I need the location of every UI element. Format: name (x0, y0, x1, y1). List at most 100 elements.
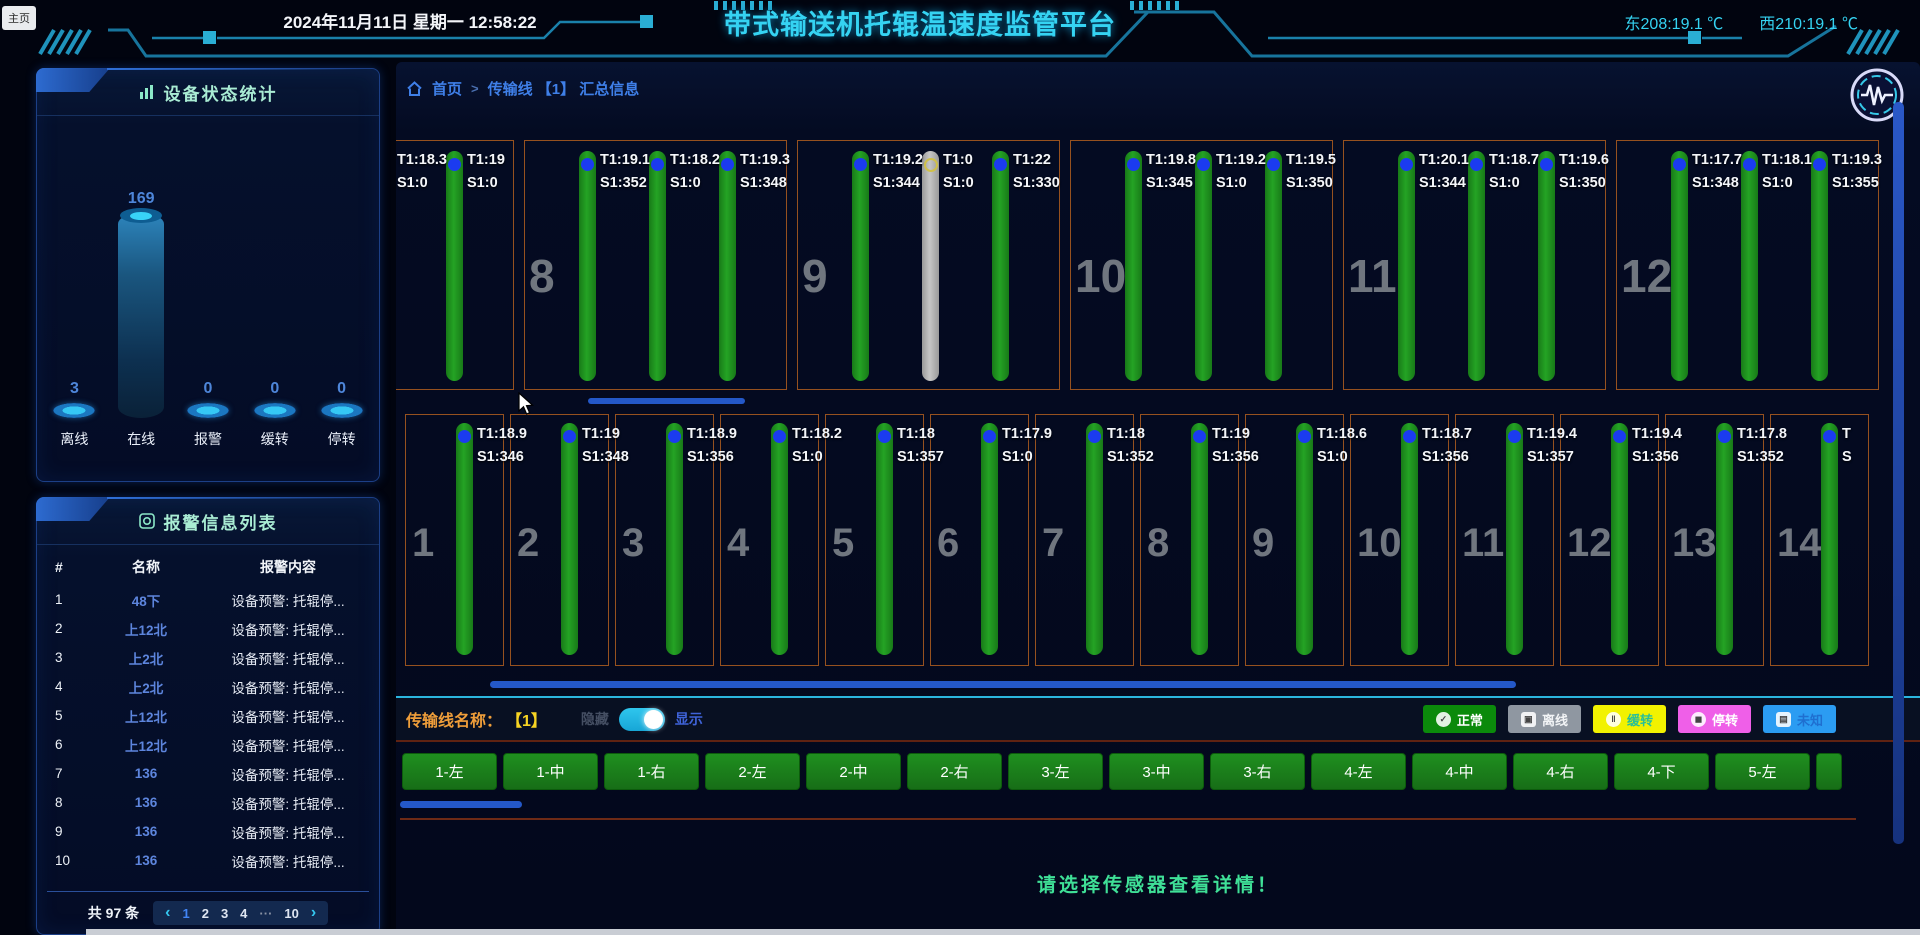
sensor-button-4-右[interactable]: 4-右 (1513, 753, 1608, 790)
button-row-scrollbar[interactable] (400, 801, 522, 808)
sensor-bar[interactable] (876, 423, 893, 655)
group-number: 9 (1252, 523, 1274, 563)
alarm-row[interactable]: 10136设备预警: 托辊停... (49, 846, 371, 875)
sensor-bar[interactable] (719, 151, 736, 381)
sensor-bar[interactable] (1125, 151, 1142, 381)
sensor-bar[interactable] (1401, 423, 1418, 655)
alarm-row[interactable]: 6上12北设备预警: 托辊停... (49, 730, 371, 759)
sensor-bar[interactable] (1195, 151, 1212, 381)
top-row-scrollbar[interactable] (588, 398, 745, 404)
alarm-content: 设备预警: 托辊停... (205, 706, 371, 726)
sensor-bar[interactable] (992, 151, 1009, 381)
sensor-button-3-左[interactable]: 3-左 (1008, 753, 1103, 790)
sensor-bar[interactable] (981, 423, 998, 655)
chart-category-label: 在线 (127, 429, 155, 449)
alarm-list-title: 报警信息列表 (37, 498, 379, 545)
sensor-bar[interactable] (649, 151, 666, 381)
sensor-button-2-左[interactable]: 2-左 (705, 753, 800, 790)
sensor-group-9: 9T1:19.2S1:344T1:0S1:0T1:22S1:330 (797, 140, 1060, 390)
sensor-bar[interactable] (922, 151, 939, 381)
chart-base-disc (321, 403, 363, 418)
alarm-list-panel: 报警信息列表 # 名称 报警内容 148下设备预警: 托辊停...2上12北设备… (36, 497, 380, 935)
sensor-button-3-右[interactable]: 3-右 (1210, 753, 1305, 790)
sensor-button-2-中[interactable]: 2-中 (806, 753, 901, 790)
sensor-button-2-右[interactable]: 2-右 (907, 753, 1002, 790)
pager-page-1[interactable]: 1 (182, 906, 189, 921)
alarm-name: 48下 (87, 590, 205, 610)
legend-button-slow[interactable]: ‖缓转 (1593, 705, 1666, 733)
legend-button-stopped[interactable]: ◼停转 (1678, 705, 1751, 733)
alarm-content: 设备预警: 托辊停... (205, 619, 371, 639)
temperature-value: T1:19 (467, 149, 505, 172)
window-bottom-scrollbar[interactable] (86, 929, 1920, 935)
sensor-bar[interactable] (1538, 151, 1555, 381)
alarm-row[interactable]: 7136设备预警: 托辊停... (49, 759, 371, 788)
sensor-button-3-中[interactable]: 3-中 (1109, 753, 1204, 790)
pager-page-4[interactable]: 4 (240, 906, 247, 921)
sensor-bar[interactable] (1468, 151, 1485, 381)
sensor-group-12: 12T1:17.7S1:348T1:18.1S1:0T1:19.3S1:355 (1616, 140, 1879, 390)
sensor-button-1-右[interactable]: 1-右 (604, 753, 699, 790)
sensor-button-partial[interactable] (1816, 753, 1842, 790)
group-number: 12 (1567, 523, 1612, 563)
sensor-bar[interactable] (852, 151, 869, 381)
alarm-row[interactable]: 2上12北设备预警: 托辊停... (49, 614, 371, 643)
sensor-button-5-左[interactable]: 5-左 (1715, 753, 1810, 790)
sensor-button-4-下[interactable]: 4-下 (1614, 753, 1709, 790)
pager-page-3[interactable]: 3 (221, 906, 228, 921)
sensor-bar[interactable] (771, 423, 788, 655)
sensor-bar[interactable] (1506, 423, 1523, 655)
alarm-row[interactable]: 5上12北设备预警: 托辊停... (49, 701, 371, 730)
sensor-button-1-中[interactable]: 1-中 (503, 753, 598, 790)
sensor-bar[interactable] (1296, 423, 1313, 655)
sensor-bar[interactable] (1191, 423, 1208, 655)
pager-next-icon[interactable]: › (311, 904, 316, 922)
sensor-bar[interactable] (666, 423, 683, 655)
sensor-bar[interactable] (579, 151, 596, 381)
sensor-bar[interactable] (1086, 423, 1103, 655)
sensor-bar[interactable] (1811, 151, 1828, 381)
sensor-button-4-左[interactable]: 4-左 (1311, 753, 1406, 790)
sensor-bar[interactable] (1398, 151, 1415, 381)
legend-button-offline[interactable]: ▣离线 (1508, 705, 1581, 733)
sensor-bar[interactable] (561, 423, 578, 655)
main-vertical-scrollbar[interactable] (1893, 102, 1904, 844)
pager-page-10[interactable]: 10 (284, 906, 298, 921)
alarm-row[interactable]: 3上2北设备预警: 托辊停... (49, 643, 371, 672)
temperature-value: T1:19.4 (1632, 423, 1682, 446)
sensor-bar[interactable] (1821, 423, 1838, 655)
sensor-dot-icon (773, 430, 786, 443)
temperature-value: T1:18.7 (1489, 149, 1539, 172)
col-name: 名称 (87, 557, 205, 577)
alarm-row[interactable]: 4上2北设备预警: 托辊停... (49, 672, 371, 701)
bottom-row-scrollbar[interactable] (490, 681, 1516, 688)
sensor-button-4-中[interactable]: 4-中 (1412, 753, 1507, 790)
browser-home-tab[interactable]: 主页 (2, 6, 36, 30)
alarm-row[interactable]: 148下设备预警: 托辊停... (49, 585, 371, 614)
speed-value: S1:0 (1317, 446, 1367, 469)
legend-button-unknown[interactable]: ▤未知 (1763, 705, 1836, 733)
sensor-bar[interactable] (1671, 151, 1688, 381)
sensor-readings: T1:18S1:357 (897, 423, 944, 469)
pager-page-2[interactable]: 2 (202, 906, 209, 921)
temperature-value: T1:20.1 (1419, 149, 1469, 172)
sensor-bar[interactable] (1716, 423, 1733, 655)
temperature-value: T1:18.7 (1422, 423, 1472, 446)
breadcrumb-home[interactable]: 首页 (432, 78, 462, 99)
sensor-bar[interactable] (456, 423, 473, 655)
sensor-readings: T1:19.4S1:356 (1632, 423, 1682, 469)
pager-prev-icon[interactable]: ‹ (165, 904, 170, 922)
sensor-button-1-左[interactable]: 1-左 (402, 753, 497, 790)
show-hide-toggle[interactable] (619, 708, 665, 731)
alarm-row[interactable]: 9136设备预警: 托辊停... (49, 817, 371, 846)
breadcrumb-path[interactable]: 传输线 【1】 汇总信息 (488, 78, 640, 99)
sensor-bar[interactable] (1265, 151, 1282, 381)
sensor-bar[interactable] (1611, 423, 1628, 655)
alarm-row[interactable]: 8136设备预警: 托辊停... (49, 788, 371, 817)
speed-value: S1:344 (873, 172, 923, 195)
breadcrumb: 首页 > 传输线 【1】 汇总信息 (406, 78, 639, 99)
alarm-index: 10 (49, 853, 87, 868)
sensor-bar[interactable] (446, 151, 463, 381)
legend-button-normal[interactable]: ✓正常 (1423, 705, 1496, 733)
sensor-bar[interactable] (1741, 151, 1758, 381)
